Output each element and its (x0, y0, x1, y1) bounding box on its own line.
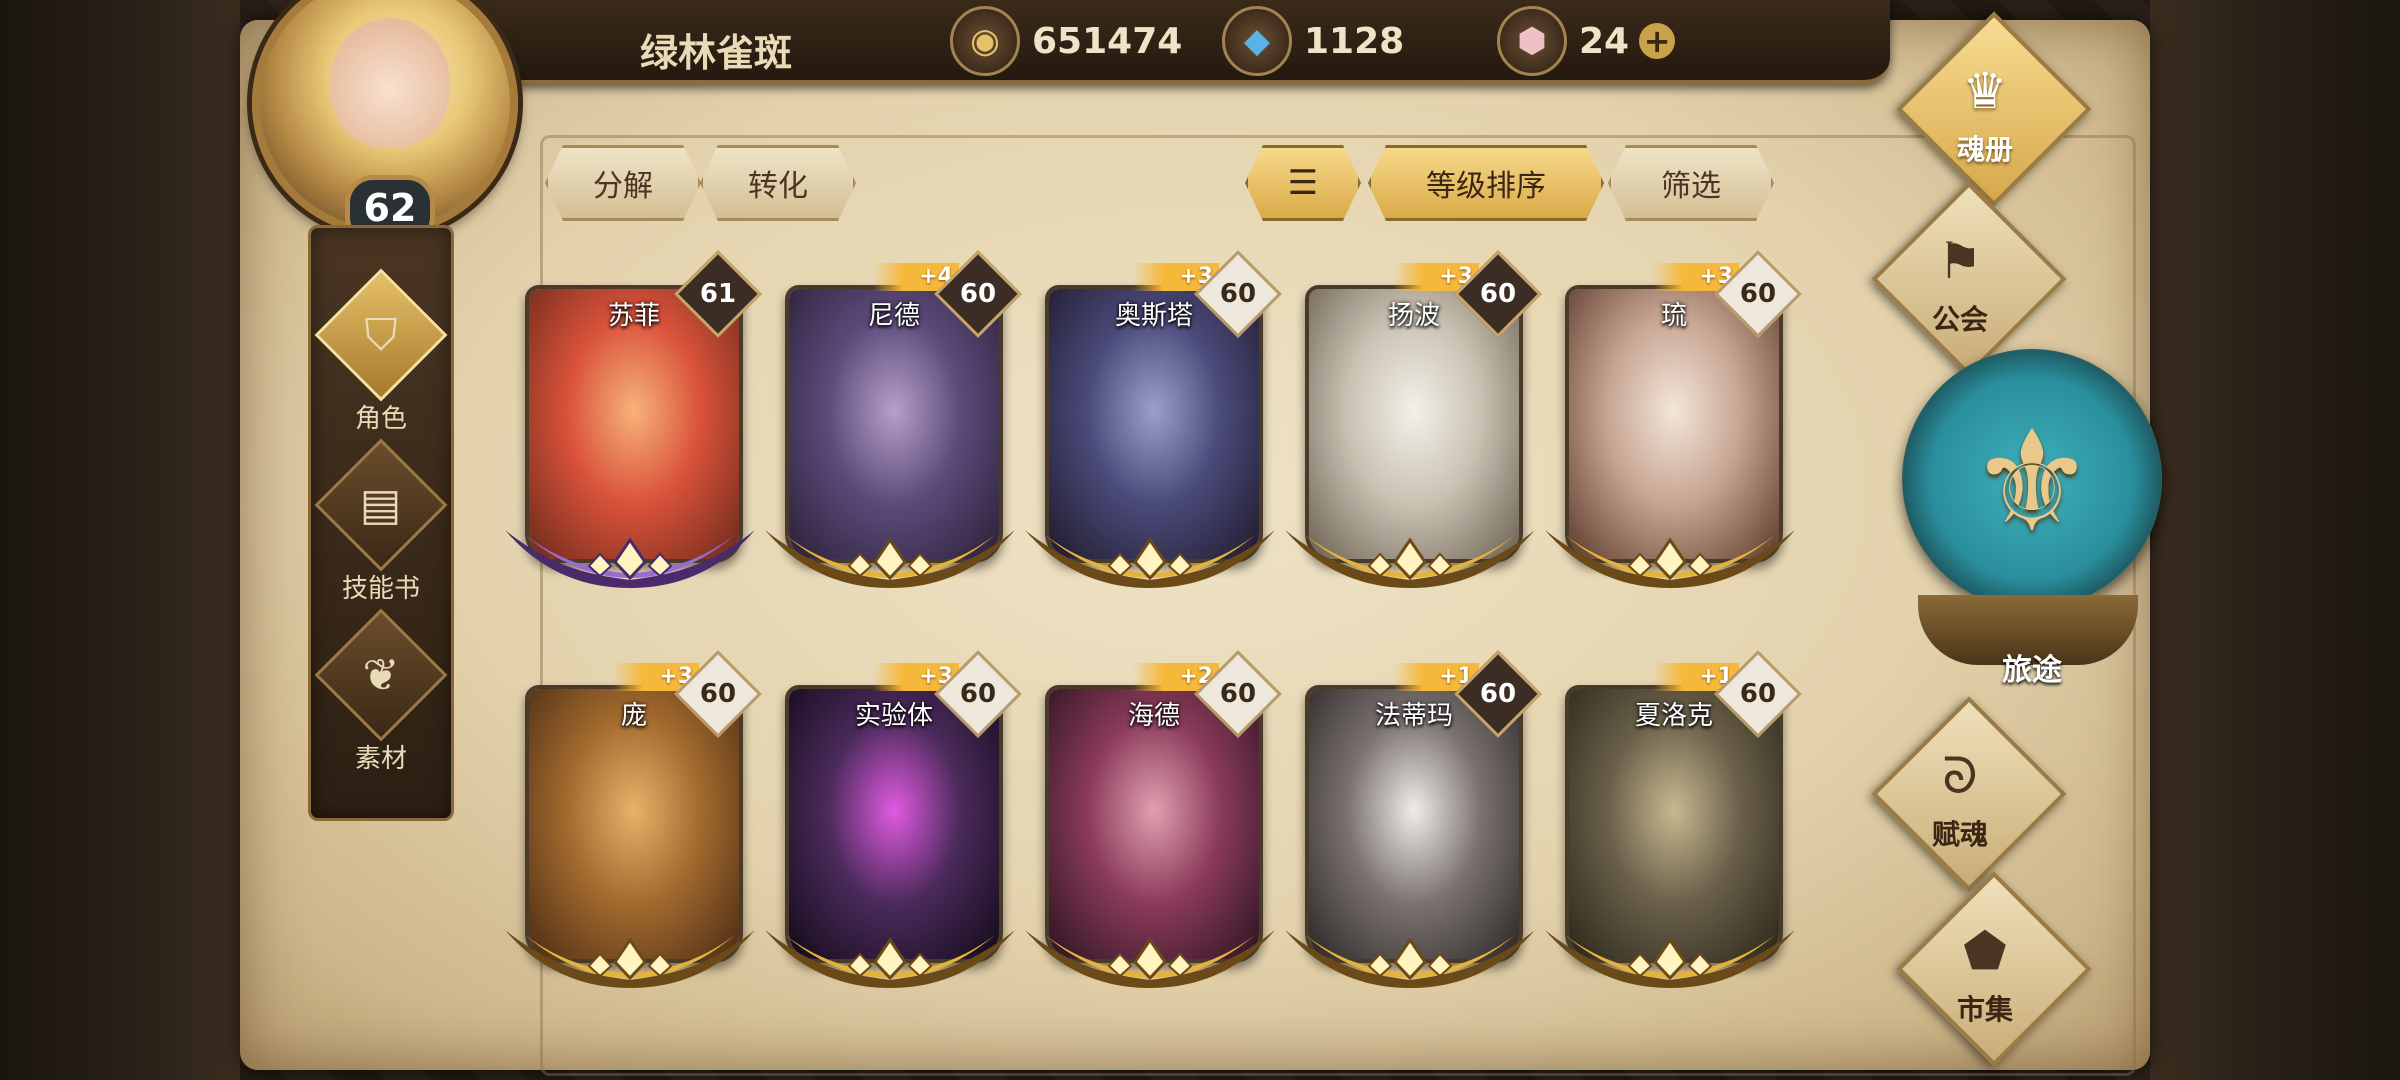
hero-card[interactable]: 实验体 +3 60 (765, 650, 1022, 988)
filter-button[interactable]: 筛选 (1608, 145, 1774, 221)
left-nav: ⛉ 角色 ▤ 技能书 ❦ 素材 (308, 225, 454, 821)
nav-label: 素材 (354, 744, 407, 774)
nav-label: 技能书 (341, 574, 420, 604)
gold-coin-icon: ◉ (950, 6, 1020, 76)
hero-card[interactable]: 扬波 +3 60 (1285, 250, 1542, 588)
rank-wings-icon (495, 520, 765, 590)
journey-icon: ⚜ (1969, 401, 2095, 564)
gem-value: 24 (1579, 20, 1630, 62)
hero-card[interactable]: 琉 +3 60 (1545, 250, 1802, 588)
nav-item-roles[interactable]: ⛉ 角色 (314, 268, 448, 438)
hero-level: 60 (959, 279, 997, 309)
rank-wings-icon (495, 920, 765, 990)
avatar-face (330, 18, 450, 148)
rank-wings-icon (1015, 920, 1285, 990)
hero-card[interactable]: 尼德 +4 60 (765, 250, 1022, 588)
menu-label: 公会 (1931, 303, 1988, 336)
rank-wings-icon (1275, 520, 1545, 590)
menu-market[interactable]: ⬟ 市集 (1885, 871, 2092, 1067)
crystal-value: 1128 (1304, 20, 1405, 62)
left-border (0, 0, 240, 1080)
hero-level: 60 (1739, 279, 1777, 309)
helmet-icon: ⛉ (314, 268, 448, 402)
material-icon: ❦ (314, 608, 448, 742)
hero-level: 60 (1219, 279, 1257, 309)
menu-label: 市集 (1956, 993, 2013, 1026)
gold-resource: ◉ 651474 (950, 6, 1183, 76)
gem-resource: ⬢ 24 + (1497, 6, 1676, 76)
hero-card[interactable]: 夏洛克 +1 60 (1545, 650, 1802, 988)
hero-level: 60 (1479, 279, 1517, 309)
market-icon: ⬟ (1963, 922, 2007, 980)
guild-icon: ⚑ (1937, 232, 1983, 290)
rank-wings-icon (755, 920, 1025, 990)
hero-level: 60 (1479, 679, 1517, 709)
menu-label: 赋魂 (1931, 818, 1988, 851)
menu-guild[interactable]: ⚑ 公会 (1860, 181, 2067, 377)
sort-lines-icon: ☰ (1287, 163, 1319, 203)
menu-soul-book[interactable]: ♛ 魂册 (1885, 11, 2092, 207)
menu-soul-imbue[interactable]: ᘐ 赋魂 (1860, 696, 2067, 892)
hero-card[interactable]: 庞 +3 60 (505, 650, 762, 988)
gem-icon: ⬢ (1497, 6, 1567, 76)
crystal-icon: ◆ (1222, 6, 1292, 76)
rank-wings-icon (1535, 920, 1805, 990)
menu-label: 旅途 (2002, 653, 2062, 688)
add-gem-button[interactable]: + (1639, 22, 1676, 60)
journey-button[interactable]: ⚜ 旅途 (1898, 345, 2166, 715)
menu-label: 魂册 (1956, 133, 2013, 166)
hero-level: 60 (959, 679, 997, 709)
rank-wings-icon (1535, 520, 1805, 590)
hero-level: 60 (1219, 679, 1257, 709)
hero-level: 60 (699, 679, 737, 709)
level-sort-button[interactable]: 等级排序 (1368, 145, 1604, 221)
hero-card[interactable]: 海德 +2 60 (1025, 650, 1282, 988)
flame-icon: ᘐ (1942, 747, 1978, 805)
sort-order-button[interactable]: ☰ (1245, 145, 1361, 221)
hero-level: 61 (699, 279, 737, 309)
rank-wings-icon (1015, 520, 1285, 590)
rank-wings-icon (1275, 920, 1545, 990)
decompose-button[interactable]: 分解 (545, 145, 701, 221)
gold-value: 651474 (1032, 20, 1183, 62)
rank-wings-icon (755, 520, 1025, 590)
nav-item-skill-book[interactable]: ▤ 技能书 (314, 438, 448, 608)
skill-book-icon: ▤ (314, 438, 448, 572)
hero-level: 60 (1739, 679, 1777, 709)
nav-label: 角色 (354, 404, 407, 434)
soul-book-icon: ♛ (1962, 62, 2008, 120)
hero-card[interactable]: 奥斯塔 +3 60 (1025, 250, 1282, 588)
crystal-resource: ◆ 1128 (1222, 6, 1405, 76)
right-border (2150, 0, 2400, 1080)
player-name: 绿林雀斑 (640, 31, 793, 75)
hero-card[interactable]: 法蒂玛 +1 60 (1285, 650, 1542, 988)
convert-button[interactable]: 转化 (700, 145, 856, 221)
nav-item-material[interactable]: ❦ 素材 (314, 608, 448, 778)
hero-card[interactable]: 苏菲 61 (505, 250, 762, 588)
player-avatar-area: 62 (240, 0, 520, 245)
